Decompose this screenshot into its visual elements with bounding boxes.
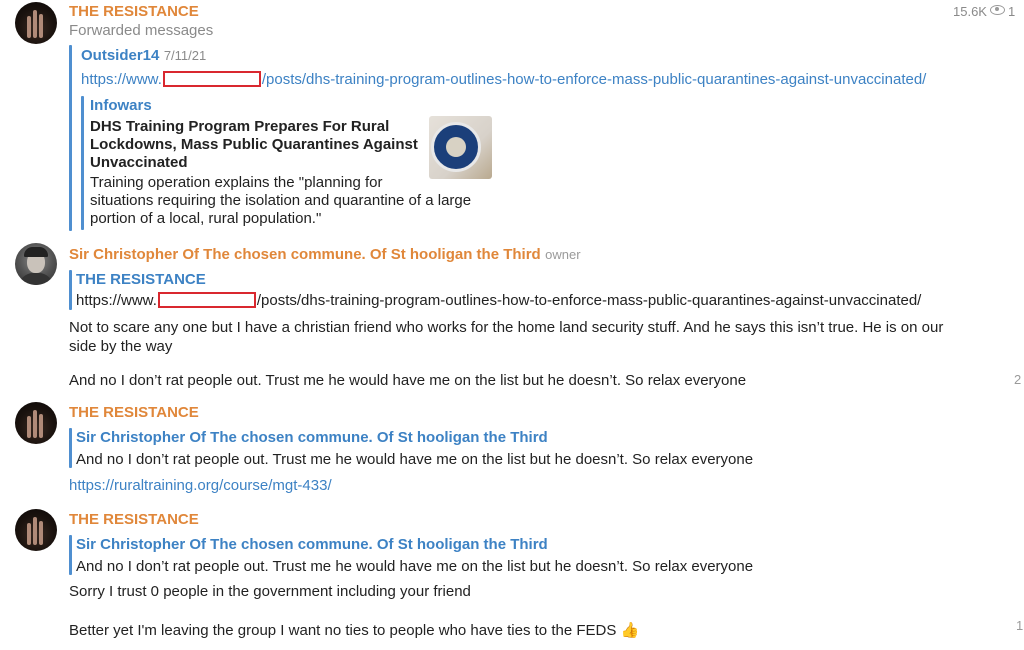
reply-author[interactable]: Sir Christopher Of The chosen commune. O… — [76, 429, 548, 446]
views-meta: 15.6K 1 — [953, 4, 1015, 19]
reply-count: 1 — [1016, 618, 1024, 633]
message-text: Better yet I'm leaving the group I want … — [69, 621, 639, 639]
preview-thumbnail[interactable] — [429, 116, 492, 179]
preview-title-line: Unvaccinated — [90, 154, 188, 171]
message-line: side by the way — [69, 338, 173, 355]
preview-description: Training operation explains the "plannin… — [90, 174, 471, 228]
message-text: Not to scare any one but I have a christ… — [69, 318, 943, 356]
avatar[interactable] — [15, 243, 57, 285]
reply-author[interactable]: THE RESISTANCE — [76, 271, 206, 288]
forward-date: 7/11/21 — [163, 48, 207, 63]
preview-title[interactable]: DHS Training Program Prepares For Rural … — [90, 118, 418, 172]
owner-badge: owner — [545, 247, 581, 262]
reply-bar — [69, 535, 72, 575]
url-prefix: https://www. — [76, 292, 157, 309]
url-suffix: /posts/dhs-training-program-outlines-how… — [256, 292, 922, 309]
reply-bar — [69, 428, 72, 468]
course-link[interactable]: https://ruraltraining.org/course/mgt-433… — [69, 477, 332, 494]
thumbs-up-icon: 👍 — [620, 622, 640, 639]
reply-count: 2 — [1014, 372, 1022, 387]
message-line: Not to scare any one but I have a christ… — [69, 319, 944, 336]
url-prefix[interactable]: https://www. — [81, 71, 162, 88]
forward-bar — [69, 45, 72, 231]
preview-title-line: DHS Training Program Prepares For Rural — [90, 118, 390, 135]
preview-bar — [81, 96, 84, 230]
sender-name[interactable]: THE RESISTANCE — [69, 404, 199, 421]
sender-name[interactable]: Sir Christopher Of The chosen commune. O… — [69, 246, 541, 263]
reply-text[interactable]: And no I don’t rat people out. Trust me … — [76, 451, 753, 468]
avatar[interactable] — [15, 2, 57, 44]
preview-desc-line: situations requiring the isolation and q… — [90, 192, 472, 209]
message-text: And no I don’t rat people out. Trust me … — [69, 372, 747, 389]
reply-author[interactable]: Sir Christopher Of The chosen commune. O… — [76, 536, 548, 553]
preview-title-line: Lockdowns, Mass Public Quarantines Again… — [90, 136, 418, 153]
preview-site[interactable]: Infowars — [90, 97, 152, 114]
message-text: Sorry I trust 0 people in the government… — [69, 583, 471, 600]
eye-icon — [989, 5, 1005, 15]
reply-text[interactable]: https://www. /posts/dhs-training-program-… — [76, 292, 921, 309]
forward-header: Outsider14 7/11/21 — [81, 47, 206, 65]
redaction-box — [162, 71, 261, 87]
reply-text[interactable]: And no I don’t rat people out. Trust me … — [76, 558, 753, 575]
article-link[interactable]: https://www. /posts/dhs-training-program-… — [81, 71, 926, 88]
redaction-box — [157, 292, 256, 308]
preview-desc-line: portion of a local, rural population." — [90, 210, 322, 227]
dhs-seal-icon — [431, 122, 481, 172]
reply-bar — [69, 270, 72, 310]
preview-desc-line: Training operation explains the "plannin… — [90, 174, 383, 191]
url-suffix[interactable]: /posts/dhs-training-program-outlines-how… — [262, 71, 926, 88]
avatar[interactable] — [15, 402, 57, 444]
sender-name[interactable]: THE RESISTANCE — [69, 511, 199, 528]
reply-count: 1 — [1007, 4, 1016, 19]
avatar[interactable] — [15, 509, 57, 551]
message-line: Better yet I'm leaving the group I want … — [69, 622, 617, 639]
views-count: 15.6K — [953, 4, 987, 19]
sender-header: Sir Christopher Of The chosen commune. O… — [69, 246, 581, 264]
sender-name[interactable]: THE RESISTANCE — [69, 3, 199, 20]
forward-author[interactable]: Outsider14 — [81, 47, 159, 64]
forwarded-label: Forwarded messages — [69, 22, 214, 39]
